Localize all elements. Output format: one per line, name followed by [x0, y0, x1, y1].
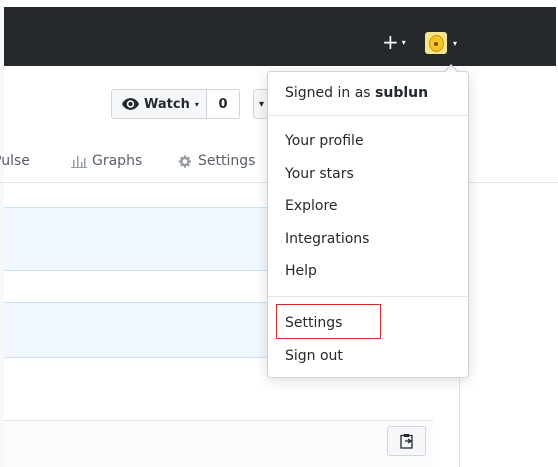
- plus-icon: +: [382, 30, 399, 54]
- watch-button[interactable]: Watch ▾: [111, 89, 207, 119]
- signed-in-prefix: Signed in as: [285, 85, 371, 101]
- menu-divider: [268, 296, 468, 297]
- user-menu-dropdown: Signed in as sublun Your profile Your st…: [267, 71, 469, 378]
- create-new-button[interactable]: + ▾: [382, 31, 412, 53]
- menu-item-your-stars[interactable]: Your stars: [285, 164, 354, 184]
- avatar: [425, 32, 447, 54]
- eye-icon: [122, 98, 139, 110]
- tab-label: Settings: [198, 153, 256, 169]
- menu-item-settings[interactable]: Settings: [285, 313, 342, 333]
- menu-divider: [268, 115, 468, 116]
- signed-in-header: Signed in as sublun: [285, 85, 428, 101]
- clipboard-icon: [399, 434, 413, 449]
- gear-icon: [178, 154, 193, 169]
- menu-item-integrations[interactable]: Integrations: [285, 229, 369, 249]
- menu-item-sign-out[interactable]: Sign out: [285, 346, 343, 366]
- caret-down-icon: ▾: [258, 98, 265, 110]
- tab-pulse[interactable]: Pulse: [0, 153, 30, 169]
- watch-count[interactable]: 0: [207, 89, 240, 119]
- menu-item-explore[interactable]: Explore: [285, 196, 338, 216]
- tab-label: Graphs: [92, 153, 143, 169]
- clone-box: [4, 420, 433, 467]
- tab-graphs[interactable]: Graphs: [71, 153, 142, 169]
- dropdown-caret-inner: [444, 66, 458, 73]
- menu-item-your-profile[interactable]: Your profile: [285, 131, 364, 151]
- tab-label: Pulse: [0, 153, 30, 169]
- user-menu-button[interactable]: ▾: [425, 30, 469, 56]
- copy-to-clipboard-button[interactable]: [387, 426, 426, 456]
- caret-down-icon: ▾: [453, 38, 458, 48]
- watch-label: Watch: [144, 96, 190, 112]
- tab-settings[interactable]: Settings: [178, 153, 255, 169]
- username: sublun: [375, 85, 429, 101]
- caret-down-icon: ▾: [194, 99, 199, 109]
- caret-down-icon: ▾: [401, 38, 406, 47]
- menu-item-help[interactable]: Help: [285, 261, 317, 281]
- top-header: + ▾ ▾: [4, 7, 556, 66]
- graph-icon: [71, 154, 87, 168]
